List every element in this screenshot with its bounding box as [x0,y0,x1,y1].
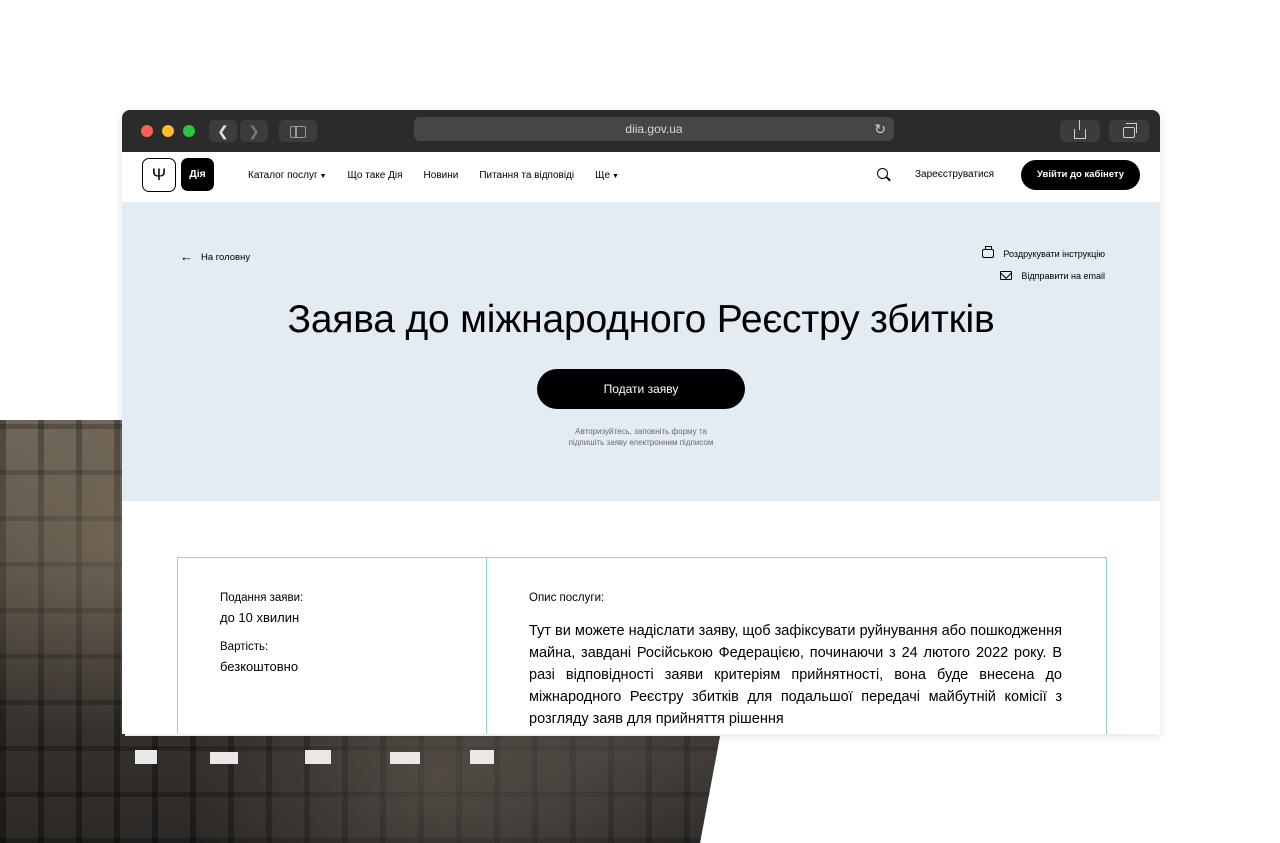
share-icon [1074,120,1086,139]
share-button[interactable] [1060,120,1100,142]
arrow-left-icon: ← [180,249,193,264]
reload-icon[interactable]: ↻ [874,117,886,141]
page-title: Заява до міжнародного Реєстру збитків [287,298,995,341]
site-header: Ψ Дія Каталог послуг ▼ Що таке Дія Новини… [122,152,1160,202]
diia-logo[interactable]: Дія [181,158,214,191]
chevron-right-icon: ❯ [248,123,260,139]
apply-hint: Авторизуйтесь, заповніть форму та підпиш… [122,426,1160,448]
forward-button[interactable]: ❯ [240,120,268,142]
url-text: diia.gov.ua [625,122,683,136]
description-text: Тут ви можете надіслати заяву, щоб зафік… [529,623,1062,727]
service-info-card: Подання заяви: до 10 хвилин Вартість: бе… [177,557,1107,734]
description-label: Опис послуги: [529,592,605,604]
nav-faq[interactable]: Питання та відповіді [479,170,574,181]
apply-button[interactable]: Подати заяву [537,369,745,409]
mail-icon [1000,271,1013,280]
cost-label: Вартість: [220,641,269,653]
nav-label: Каталог послуг [248,169,318,181]
hint-line-1: Авторизуйтесь, заповніть форму та [575,427,707,436]
main-nav: Каталог послуг ▼ Що таке Дія Новини Питан… [248,152,619,198]
back-to-home-link[interactable]: ← На головну [180,249,250,264]
browser-toolbar: ❮ ❯ diia.gov.ua ↻ [122,110,1160,152]
email-link-label: Відправити на email [1021,271,1105,281]
nav-what-is-diia[interactable]: Що таке Дія [348,170,403,181]
back-link-label: На головну [201,252,251,263]
nav-news[interactable]: Новини [424,170,459,181]
sidebar-icon [290,126,306,139]
login-button[interactable]: Увійти до кабінету [1021,160,1140,190]
cost-value: безкоштовно [220,659,299,674]
browser-window: ❮ ❯ diia.gov.ua ↻ Ψ Дія Каталог послуг ▼ … [122,110,1160,734]
service-hero: ← На головну Роздрукувати інструкцію Відп… [122,202,1160,501]
chevron-left-icon: ❮ [217,123,229,139]
hint-line-2: підпишіть заяву електронним підписом [568,438,714,447]
print-instruction-link[interactable]: Роздрукувати інструкцію [982,246,1105,259]
caret-down-icon: ▼ [612,172,619,180]
address-bar[interactable]: diia.gov.ua ↻ [414,117,894,141]
caret-down-icon: ▼ [319,172,327,180]
back-button[interactable]: ❮ [209,120,237,142]
nav-catalog[interactable]: Каталог послуг ▼ [248,170,327,181]
trident-logo-icon[interactable]: Ψ [142,158,176,192]
duration-value: до 10 хвилин [220,610,300,625]
nav-more[interactable]: Ще ▼ [595,170,619,181]
printer-icon [982,246,995,258]
tabs-icon [1123,123,1137,138]
divider [486,558,487,734]
nav-label: Ще [595,169,611,181]
search-icon[interactable] [877,168,888,179]
send-email-link[interactable]: Відправити на email [1000,271,1105,281]
maximize-window-button[interactable] [183,125,195,137]
sidebar-toggle-button[interactable] [279,120,317,142]
tab-overview-button[interactable] [1109,120,1149,142]
close-window-button[interactable] [141,125,153,137]
duration-label: Подання заяви: [220,592,304,604]
print-link-label: Роздрукувати інструкцію [1003,249,1105,259]
minimize-window-button[interactable] [162,125,174,137]
register-link[interactable]: Зареєструватися [915,169,994,180]
